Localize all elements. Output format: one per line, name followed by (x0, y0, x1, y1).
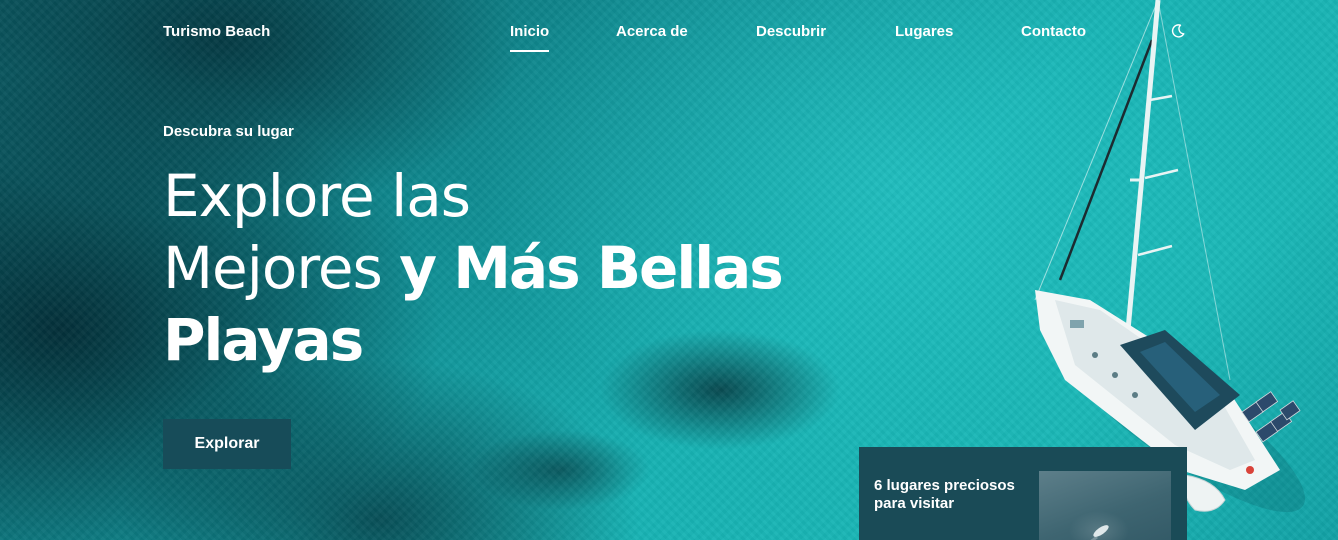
hero-title-line1: Explore las (163, 162, 471, 230)
card-title: 6 lugares preciosos para visitar (874, 477, 1015, 512)
explore-button[interactable]: Explorar (163, 419, 291, 469)
moon-icon[interactable] (1170, 23, 1186, 39)
site-logo[interactable]: Turismo Beach (163, 23, 270, 40)
hero-title: Explore las Mejores y Más Bellas Playas (163, 160, 863, 376)
hero-title-line2-bold: y Más Bellas (399, 234, 784, 302)
featured-places-card[interactable]: 6 lugares preciosos para visitar (859, 447, 1187, 540)
site-header: Turismo Beach Inicio Acerca de Descubrir… (0, 0, 1338, 64)
nav-link-contacto[interactable]: Contacto (1021, 23, 1086, 40)
hero-title-line2-regular: Mejores (163, 234, 383, 302)
card-image (1039, 471, 1171, 540)
nav-link-acerca-de[interactable]: Acerca de (616, 23, 688, 40)
nav-link-descubrir[interactable]: Descubrir (756, 23, 826, 40)
hero-subtitle: Descubra su lugar (163, 123, 294, 140)
nav-link-inicio[interactable]: Inicio (510, 23, 550, 52)
hero-title-line3-bold: Playas (163, 306, 364, 374)
nav-link-lugares[interactable]: Lugares (895, 23, 953, 40)
